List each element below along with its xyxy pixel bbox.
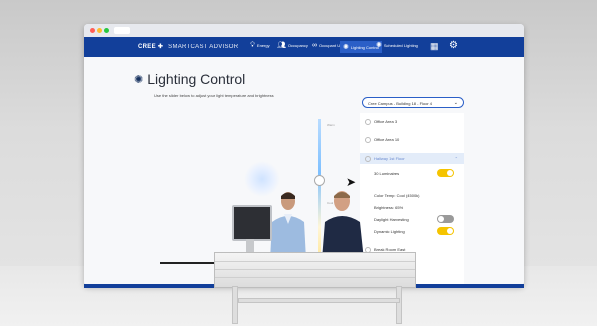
zone-item-office-area-3[interactable]: Office Area 3 [360,119,464,125]
slider-handle[interactable] [314,175,325,186]
zone-label: Office Area 3 [374,119,398,124]
binoculars-icon: ∞ [312,42,317,49]
people-icon: 👥︎ [277,42,286,49]
brand-logo[interactable]: CREE ✚ SMARTCAST ADVISOR [138,43,238,50]
location-select[interactable]: Cree Campus - Building 18 - Floor 4 ⌄ [362,97,464,108]
lightbulb-icon: 💡︎ [250,42,255,49]
brightness-label: Brightness: 65% [374,205,404,210]
mouse-cursor-icon: ➤ [346,175,357,189]
chevron-down-icon: ⌄ [453,100,458,106]
browser-tab[interactable] [114,27,130,34]
dynamic-row: Dynamic Lighting [360,227,464,235]
daylight-toggle[interactable] [437,215,454,223]
color-temp-label: Color Temp: Cool (4500k) [374,193,420,198]
page-title-text: Lighting Control [147,71,246,87]
radio-icon [365,137,371,143]
nav-item-energy[interactable]: 💡︎ Energy [250,42,270,49]
luminaires-row: 30 Luminaires [360,169,464,177]
minimize-dot-icon[interactable] [97,28,102,33]
daylight-label: Daylight Harvesting [374,217,409,222]
sun-icon: ✺ [134,73,144,86]
radio-icon [365,156,371,162]
studio-scene: CREE ✚ SMARTCAST ADVISOR 💡︎ Energy 👥︎ Oc… [0,0,597,326]
page-subtitle: Use the slider below to adjust your ligh… [154,93,274,98]
monitor-stand [246,239,254,253]
nav-item-occupancy[interactable]: 👥︎ Occupancy [277,42,308,49]
zone-item-office-area-10[interactable]: Office Area 10 [360,137,464,143]
nav-item-label: Lighting Control [350,44,379,50]
nav-item-label: Scheduled Lighting [383,43,418,48]
nav-item-scheduled-lighting[interactable]: ✺ Scheduled Lighting [376,42,418,49]
desk-leg-left [232,286,238,324]
radio-icon [365,119,371,125]
desk-footbar [238,298,400,303]
zone-label: Hallway 1st Floor [374,156,405,161]
dynamic-label: Dynamic Lighting [374,229,405,234]
nav-item-label: Energy [256,43,270,48]
close-dot-icon[interactable] [90,28,95,33]
desktop-monitor [232,205,272,241]
color-temp-row: Color Temp: Cool (4500k) [360,193,464,198]
top-navbar: CREE ✚ SMARTCAST ADVISOR 💡︎ Energy 👥︎ Oc… [84,37,524,57]
slider-top-label: Warm [327,123,335,127]
chevron-up-icon: ⌃ [454,156,458,161]
dynamic-toggle[interactable] [437,227,454,235]
gear-icon[interactable]: ⚙ [449,41,458,51]
studio-desk [214,252,416,288]
luminaires-label: 30 Luminaires [374,171,400,176]
zone-item-hallway[interactable]: Hallway 1st Floor ⌃ [360,153,464,164]
maximize-dot-icon[interactable] [104,28,109,33]
brightness-row: Brightness: 65% [360,205,464,210]
studio-rail [160,262,214,264]
daylight-row: Daylight Harvesting [360,215,464,223]
location-select-value: Cree Campus - Building 18 - Floor 4 [368,101,433,106]
presenter-right [322,191,364,260]
nav-item-label: Occupancy [287,43,308,48]
browser-titlebar [84,24,524,37]
apps-grid-icon[interactable]: ▦ [430,42,439,51]
luminaires-toggle[interactable] [437,169,454,177]
brand-product: SMARTCAST ADVISOR [168,44,239,50]
sun-icon: ✺ [376,42,382,49]
zone-label: Office Area 10 [374,137,400,142]
sun-icon: ✺ [343,43,349,51]
brand-name: CREE [138,44,156,50]
page-title: ✺ Lighting Control [134,71,245,87]
desk-leg-right [396,286,402,324]
